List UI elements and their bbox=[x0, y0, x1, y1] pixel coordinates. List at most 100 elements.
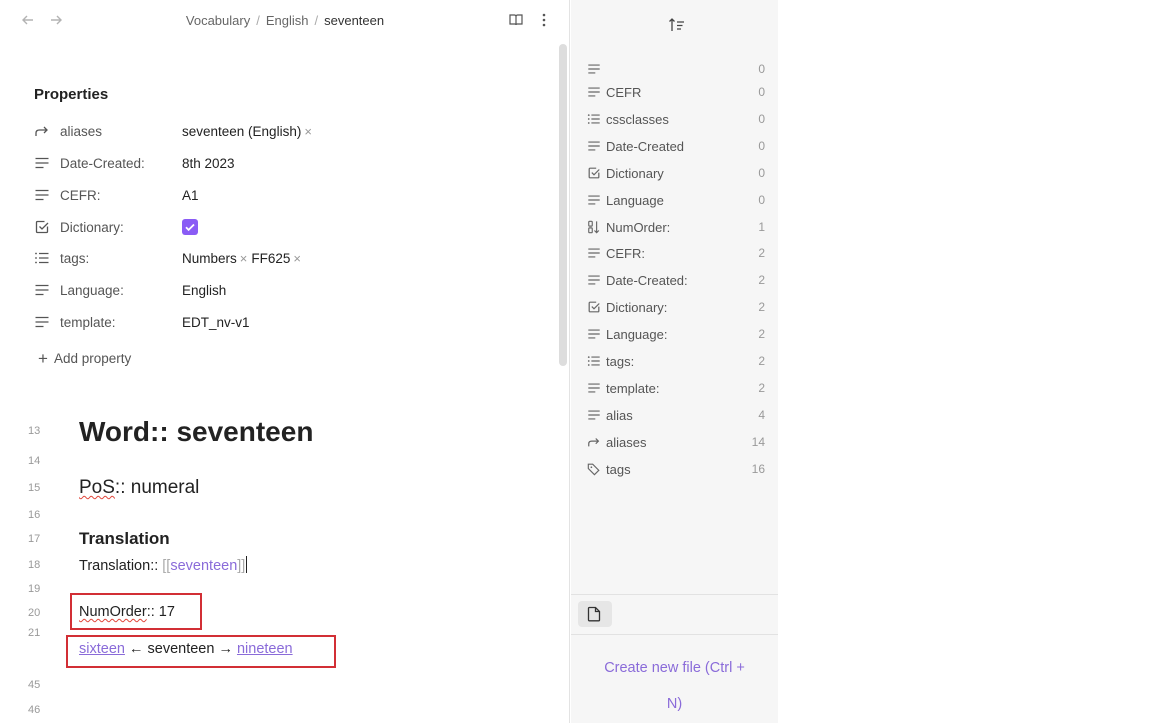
add-property-button[interactable]: + Add property bbox=[38, 349, 131, 369]
sidebar-property-item[interactable]: NumOrder: 1 bbox=[587, 217, 765, 239]
sidebar-property-item[interactable]: CEFR 0 bbox=[587, 82, 765, 104]
sidebar-property-name: Date-Created bbox=[606, 139, 685, 154]
sidebar-property-name: Language: bbox=[606, 327, 668, 342]
remove-alias-button[interactable]: × bbox=[304, 124, 312, 139]
translation-heading[interactable]: Translation bbox=[79, 529, 170, 549]
property-key: Language: bbox=[60, 283, 124, 298]
sidebar-property-count: 0 bbox=[758, 193, 765, 207]
sidebar-property-item[interactable]: 0 bbox=[587, 59, 765, 81]
sidebar-property-item[interactable]: cssclasses 0 bbox=[587, 109, 765, 131]
sidebar-property-name: alias bbox=[606, 408, 633, 423]
number-icon bbox=[587, 220, 601, 234]
editor-pane: Vocabulary / English / seventeen Properties … bbox=[0, 0, 570, 723]
translation-link[interactable]: seventeen bbox=[170, 558, 237, 574]
text-icon bbox=[587, 327, 601, 341]
sidebar-divider bbox=[571, 634, 778, 635]
sidebar-property-item[interactable]: Date-Created: 2 bbox=[587, 270, 765, 292]
sidebar-property-item[interactable]: template: 2 bbox=[587, 378, 765, 400]
breadcrumb: Vocabulary / English / seventeen bbox=[185, 13, 385, 28]
sidebar-property-item[interactable]: Dictionary: 2 bbox=[587, 297, 765, 319]
text-icon bbox=[587, 273, 601, 287]
sidebar-property-name: CEFR: bbox=[606, 246, 645, 261]
property-key: aliases bbox=[60, 124, 103, 139]
property-language[interactable]: Language: English bbox=[34, 279, 544, 303]
property-tags[interactable]: tags: Numbers × FF625 × bbox=[34, 247, 544, 271]
text-icon bbox=[587, 62, 601, 76]
alias-pill: seventeen (English) bbox=[182, 124, 302, 139]
property-value[interactable]: Numbers × FF625 × bbox=[182, 251, 305, 266]
properties-title: Properties bbox=[34, 86, 109, 103]
property-key: Date-Created: bbox=[60, 156, 145, 171]
sidebar-property-name: Dictionary bbox=[606, 166, 664, 181]
sidebar-property-count: 0 bbox=[758, 85, 765, 99]
translation-line[interactable]: Translation:: [[seventeen]] bbox=[79, 556, 248, 574]
more-options-button[interactable] bbox=[536, 12, 554, 30]
add-property-label: Add property bbox=[53, 351, 132, 366]
breadcrumb-item[interactable]: English bbox=[266, 13, 309, 28]
property-key: tags: bbox=[60, 251, 90, 266]
sidebar-property-name: NumOrder: bbox=[606, 220, 671, 235]
property-value[interactable]: EDT_nv-v1 bbox=[182, 315, 250, 330]
sidebar-property-name: Date-Created: bbox=[606, 273, 688, 288]
text-icon bbox=[587, 139, 601, 153]
line-number: 15 bbox=[28, 482, 41, 494]
check-icon bbox=[185, 223, 195, 232]
text-icon bbox=[587, 193, 601, 207]
text-icon bbox=[587, 246, 601, 260]
sidebar-property-count: 2 bbox=[758, 300, 765, 314]
sidebar-property-name: aliases bbox=[606, 435, 647, 450]
property-value[interactable]: A1 bbox=[182, 188, 199, 203]
property-value[interactable]: seventeen (English) × bbox=[182, 124, 316, 139]
sidebar-property-item[interactable]: aliases 14 bbox=[587, 432, 765, 454]
sidebar-property-item[interactable]: Language: 2 bbox=[587, 324, 765, 346]
property-aliases[interactable]: aliases seventeen (English) × bbox=[34, 120, 544, 144]
property-date-created[interactable]: Date-Created: 8th 2023 bbox=[34, 152, 544, 176]
checkbox-icon bbox=[587, 300, 601, 314]
word-heading[interactable]: Word:: seventeen bbox=[79, 416, 313, 448]
property-value[interactable]: English bbox=[182, 283, 226, 298]
sidebar-property-count: 0 bbox=[758, 139, 765, 153]
editor-scrollbar[interactable] bbox=[559, 44, 567, 366]
list-icon bbox=[587, 354, 601, 368]
sidebar-property-item[interactable]: Language 0 bbox=[587, 190, 765, 212]
property-dictionary[interactable]: Dictionary: bbox=[34, 216, 544, 240]
line-number: 13 bbox=[28, 425, 41, 437]
sidebar-property-count: 0 bbox=[758, 62, 765, 76]
sidebar-property-item[interactable]: Date-Created 0 bbox=[587, 136, 765, 158]
sort-button[interactable] bbox=[668, 16, 686, 34]
sidebar-property-item[interactable]: CEFR: 2 bbox=[587, 243, 765, 265]
sidebar-property-item[interactable]: Dictionary 0 bbox=[587, 163, 765, 185]
property-template[interactable]: template: EDT_nv-v1 bbox=[34, 311, 544, 335]
breadcrumb-item[interactable]: Vocabulary bbox=[186, 13, 250, 28]
text-icon bbox=[34, 155, 50, 171]
sidebar-property-name: template: bbox=[606, 381, 660, 396]
breadcrumb-current[interactable]: seventeen bbox=[324, 13, 384, 28]
tag-pill: FF625 bbox=[251, 251, 291, 266]
text-icon bbox=[587, 381, 601, 395]
text-cursor bbox=[246, 556, 248, 573]
sidebar-property-count: 14 bbox=[751, 435, 765, 449]
remove-tag-button[interactable]: × bbox=[240, 251, 248, 266]
file-tab-button[interactable] bbox=[578, 601, 612, 627]
remove-tag-button[interactable]: × bbox=[293, 251, 301, 266]
sidebar-property-name: Language bbox=[606, 193, 664, 208]
sidebar-property-item[interactable]: alias 4 bbox=[587, 405, 765, 427]
sidebar-divider bbox=[571, 594, 778, 595]
sidebar-property-item[interactable]: tags: 2 bbox=[587, 351, 765, 373]
numorder-highlight-box bbox=[70, 593, 202, 630]
property-key: template: bbox=[60, 315, 116, 330]
property-value[interactable]: 8th 2023 bbox=[182, 156, 235, 171]
sidebar-property-name: Dictionary: bbox=[606, 300, 668, 315]
dictionary-checkbox[interactable] bbox=[182, 219, 198, 235]
property-cefr[interactable]: CEFR: A1 bbox=[34, 184, 544, 208]
create-new-file-button[interactable]: Create new file (Ctrl + N) bbox=[571, 650, 778, 722]
reading-view-button[interactable] bbox=[508, 12, 526, 30]
line-number: 18 bbox=[28, 559, 41, 571]
link-arrow-icon bbox=[34, 123, 50, 139]
sidebar-property-item[interactable]: tags 16 bbox=[587, 459, 765, 481]
plus-icon: + bbox=[38, 349, 48, 368]
all-properties-sidebar: 0 CEFR 0 cssclasses 0 Date-Created 0 Dictionary… bbox=[571, 0, 778, 723]
sidebar-property-count: 2 bbox=[758, 246, 765, 260]
navigation-highlight-box bbox=[66, 635, 336, 668]
pos-heading[interactable]: PoS:: numeral bbox=[79, 477, 199, 499]
